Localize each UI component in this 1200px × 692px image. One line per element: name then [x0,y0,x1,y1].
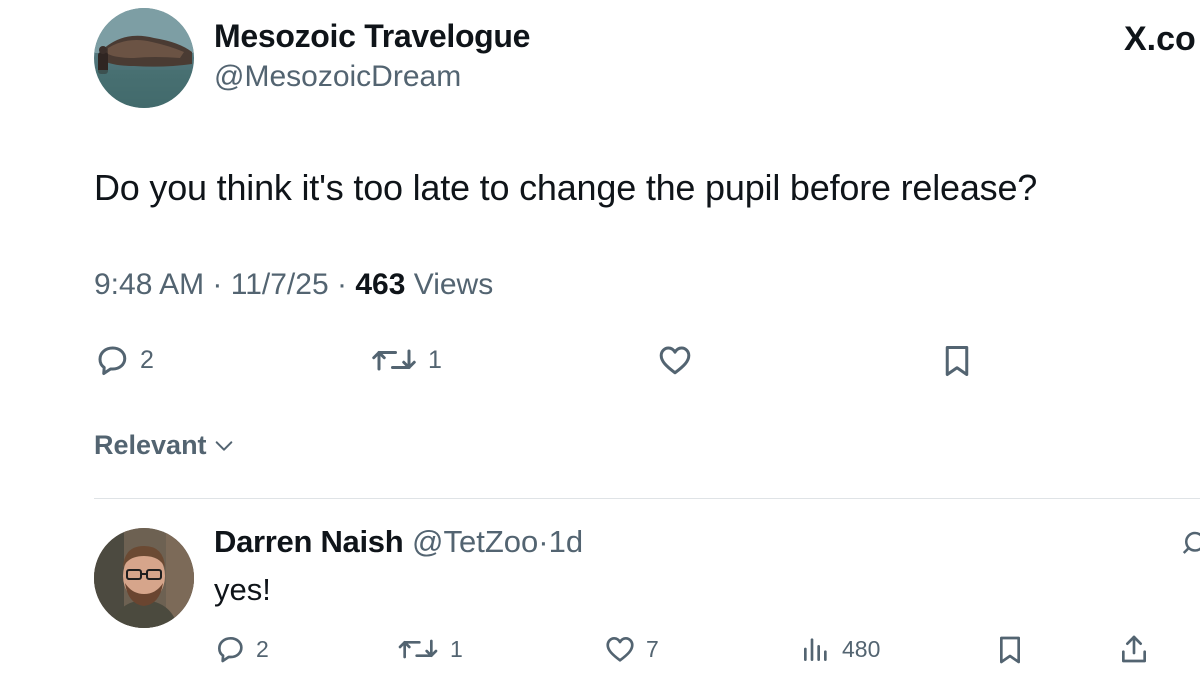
sort-dropdown[interactable]: Relevant [94,430,235,461]
meta-separator: · [336,268,347,301]
reply-count: 2 [140,345,154,374]
reply-repost-button[interactable]: 1 [396,633,463,665]
reply-reply-button[interactable]: 2 [214,633,269,665]
reply-reply-count: 2 [256,635,269,662]
divider [94,498,1200,499]
reply-like-count: 7 [646,635,659,662]
repost-button[interactable]: 1 [370,342,442,378]
repost-icon [398,639,438,659]
bookmark-icon [1000,636,1020,664]
sort-label: Relevant [94,430,207,460]
reply-icon [218,637,243,663]
like-icon [606,637,634,662]
reply-text: yes! [214,572,271,607]
share-icon [1122,635,1146,663]
tweet-time[interactable]: 9:48 AM [94,268,204,301]
search-icon [1182,531,1200,554]
tweet-date[interactable]: 11/7/25 [231,268,329,301]
reply-icon [98,346,127,375]
reply-header: Darren Naish @TetZoo·1d [214,524,583,560]
reply-separator: · [538,524,549,559]
repost-icon [372,349,416,371]
reply-share-button[interactable] [1118,633,1150,665]
more-icon-edge [1180,528,1200,558]
reply-bookmark-button[interactable] [994,633,1026,667]
reply-views-button[interactable]: 480 [800,633,880,665]
avatar-image [94,528,194,628]
reply-author-handle[interactable]: @TetZoo [412,524,538,559]
like-icon [659,346,691,375]
meta-separator: · [212,268,223,301]
bookmark-icon [945,346,969,376]
reply-age[interactable]: 1d [549,524,583,559]
tweet-text: Do you think it's too late to change the… [94,167,1038,208]
reply-views-count: 480 [842,635,881,662]
author-avatar[interactable] [94,8,194,108]
reply-button[interactable]: 2 [94,342,154,378]
views-label: Views [413,268,494,301]
chevron-down-icon [215,440,232,451]
reply-repost-count: 1 [450,635,463,662]
bookmark-button[interactable] [939,342,975,380]
author-handle[interactable]: @MesozoicDream [214,60,461,94]
like-button[interactable] [656,342,694,378]
x-watermark: X.co [1124,20,1196,58]
author-display-name[interactable]: Mesozoic Travelogue [214,18,530,55]
tweet-meta: 9:48 AM · 11/7/25 · 463 Views [94,268,493,302]
reply-like-button[interactable]: 7 [604,633,659,665]
repost-count: 1 [428,345,442,374]
views-icon [804,638,827,661]
views-count: 463 [355,268,406,301]
reply-author-name[interactable]: Darren Naish [214,524,404,559]
reply-author-avatar[interactable] [94,528,194,628]
avatar-image [94,8,194,108]
